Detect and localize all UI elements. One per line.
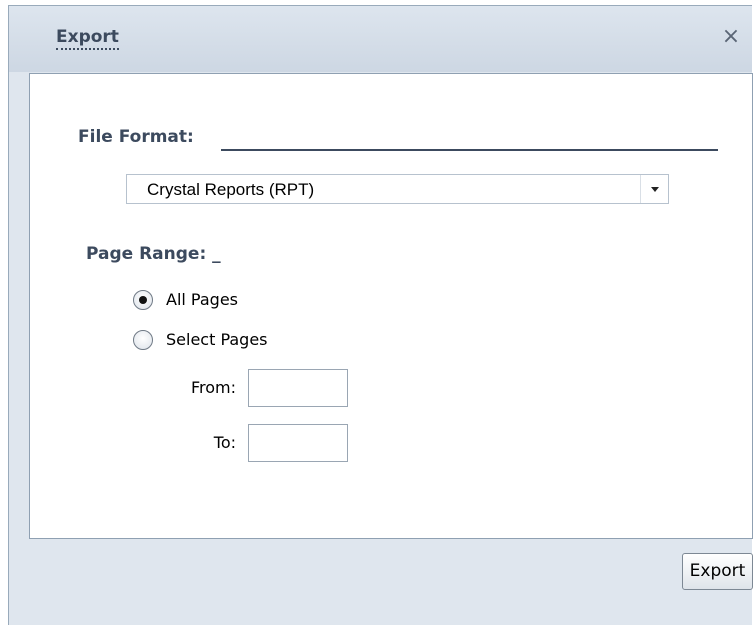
close-icon[interactable]: × — [720, 26, 742, 48]
export-form: File Format: Crystal Reports (RPT) Page … — [29, 73, 753, 539]
file-format-value: Crystal Reports (RPT) — [147, 180, 315, 199]
file-format-label: File Format: — [78, 127, 194, 147]
export-dialog: Export × File Format: Crystal Reports (R… — [8, 5, 753, 625]
divider — [221, 149, 718, 151]
dialog-title: Export — [56, 27, 119, 50]
radio-button[interactable] — [133, 290, 153, 310]
from-page-input[interactable] — [248, 369, 348, 407]
to-page-input[interactable] — [248, 424, 348, 462]
radio-selected-dot — [139, 296, 147, 304]
to-label: To: — [213, 433, 236, 452]
from-label: From: — [190, 378, 236, 397]
radio-label-select-pages[interactable]: Select Pages — [166, 330, 268, 349]
export-button[interactable]: Export — [682, 553, 753, 590]
chevron-down-icon[interactable] — [651, 187, 659, 192]
title-bar: Export × — [9, 6, 752, 72]
radio-button[interactable] — [133, 330, 153, 350]
file-format-select[interactable]: Crystal Reports (RPT) — [126, 174, 669, 204]
page-range-label: Page Range: _ — [86, 244, 221, 264]
select-divider — [640, 175, 641, 203]
radio-label-all-pages[interactable]: All Pages — [166, 290, 238, 309]
